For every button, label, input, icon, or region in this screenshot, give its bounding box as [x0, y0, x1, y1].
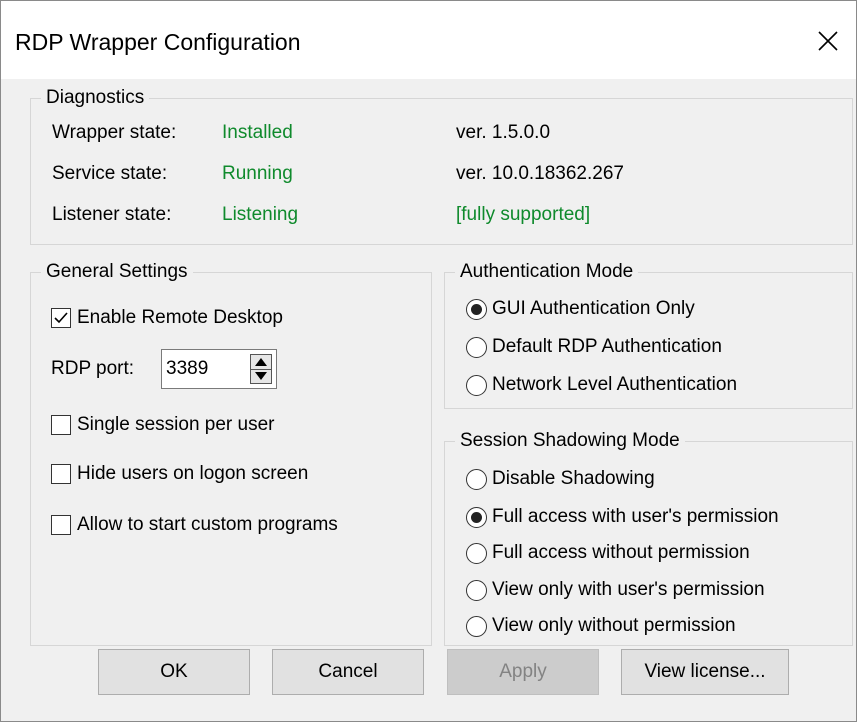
authentication-mode-legend: Authentication Mode: [455, 261, 639, 283]
ok-button[interactable]: OK: [98, 649, 250, 695]
shadow-radio-full-without-permission[interactable]: [466, 542, 487, 564]
window-title: RDP Wrapper Configuration: [15, 29, 301, 55]
shadow-option-label: Full access without permission: [492, 542, 750, 563]
enable-remote-desktop-label: Enable Remote Desktop: [77, 307, 283, 328]
port-decrement-button[interactable]: [251, 369, 271, 383]
listener-state-label: Listener state:: [52, 204, 172, 225]
shadow-option-view-with-permission[interactable]: View only with user's permission: [466, 579, 765, 601]
custom-programs-box[interactable]: [51, 515, 71, 535]
single-session-checkbox[interactable]: Single session per user: [51, 414, 275, 436]
rdp-port-stepper[interactable]: [161, 349, 277, 389]
auth-radio-gui[interactable]: [466, 298, 487, 320]
general-settings-legend: General Settings: [41, 261, 193, 283]
triangle-up-icon: [255, 358, 267, 366]
shadow-option-label: View only with user's permission: [492, 579, 765, 600]
service-state-value: Running: [222, 163, 293, 184]
auth-option-label: Network Level Authentication: [492, 374, 738, 395]
apply-button[interactable]: Apply: [447, 649, 599, 695]
service-version: ver. 10.0.18362.267: [456, 163, 624, 184]
close-icon: [818, 31, 838, 51]
listener-state-value: Listening: [222, 204, 299, 225]
single-session-label: Single session per user: [77, 414, 275, 435]
cancel-button[interactable]: Cancel: [272, 649, 424, 695]
shadow-radio-full-with-permission[interactable]: [466, 506, 487, 528]
rdp-port-input[interactable]: [166, 356, 246, 382]
auth-option-label: Default RDP Authentication: [492, 336, 722, 357]
auth-option-default-rdp[interactable]: Default RDP Authentication: [466, 336, 722, 358]
support-status: [fully supported]: [456, 204, 591, 225]
checkmark-icon: [54, 312, 68, 324]
shadow-option-full-with-permission[interactable]: Full access with user's permission: [466, 506, 779, 528]
enable-remote-desktop-checkbox[interactable]: Enable Remote Desktop: [51, 307, 283, 329]
custom-programs-label: Allow to start custom programs: [77, 514, 338, 535]
enable-remote-desktop-box[interactable]: [51, 308, 71, 328]
auth-radio-nla[interactable]: [466, 374, 487, 396]
shadow-radio-view-with-permission[interactable]: [466, 579, 487, 601]
port-increment-button[interactable]: [251, 355, 271, 370]
auth-option-nla[interactable]: Network Level Authentication: [466, 374, 737, 396]
session-shadowing-legend: Session Shadowing Mode: [455, 430, 685, 452]
custom-programs-checkbox[interactable]: Allow to start custom programs: [51, 514, 338, 536]
hide-users-checkbox[interactable]: Hide users on logon screen: [51, 463, 308, 485]
triangle-down-icon: [255, 372, 267, 380]
wrapper-state-label: Wrapper state:: [52, 122, 177, 143]
rdp-port-spin-buttons: [250, 354, 272, 384]
auth-option-label: GUI Authentication Only: [492, 298, 695, 319]
radio-selected-dot: [471, 303, 482, 315]
shadow-option-full-without-permission[interactable]: Full access without permission: [466, 542, 750, 564]
title-bar: RDP Wrapper Configuration: [1, 1, 856, 79]
shadow-option-label: View only without permission: [492, 615, 736, 636]
rdp-config-window: RDP Wrapper Configuration Diagnostics Wr…: [0, 0, 857, 722]
view-license-button[interactable]: View license...: [621, 649, 789, 695]
shadow-option-view-without-permission[interactable]: View only without permission: [466, 615, 736, 637]
service-state-label: Service state:: [52, 163, 168, 184]
auth-option-gui[interactable]: GUI Authentication Only: [466, 298, 695, 320]
wrapper-state-value: Installed: [222, 122, 293, 143]
rdp-port-label: RDP port:: [51, 358, 135, 379]
radio-selected-dot: [471, 511, 482, 523]
shadow-option-label: Disable Shadowing: [492, 468, 655, 489]
shadow-radio-view-without-permission[interactable]: [466, 615, 487, 637]
diagnostics-legend: Diagnostics: [41, 87, 150, 109]
shadow-option-disable[interactable]: Disable Shadowing: [466, 468, 655, 490]
single-session-box[interactable]: [51, 415, 71, 435]
shadow-option-label: Full access with user's permission: [492, 506, 779, 527]
close-button[interactable]: [806, 19, 850, 63]
hide-users-box[interactable]: [51, 464, 71, 484]
wrapper-version: ver. 1.5.0.0: [456, 122, 551, 143]
auth-radio-default-rdp[interactable]: [466, 336, 487, 358]
hide-users-label: Hide users on logon screen: [77, 463, 309, 484]
shadow-radio-disable[interactable]: [466, 468, 487, 490]
